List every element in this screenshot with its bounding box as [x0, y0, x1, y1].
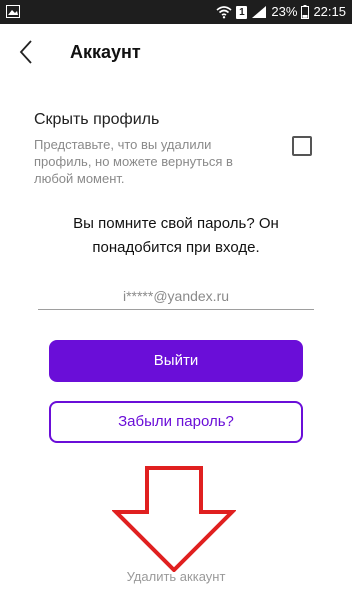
- hide-profile-title: Скрыть профиль: [34, 111, 160, 128]
- logout-button[interactable]: Выйти: [49, 340, 303, 382]
- sim-icon: 1: [236, 5, 248, 19]
- email-field[interactable]: i*****@yandex.ru: [38, 283, 314, 310]
- battery-percent: 23%: [271, 4, 298, 19]
- account-screen: 1 23% 22:15 Аккаунт Скрыть профиль Предс…: [0, 0, 352, 600]
- red-arrow-annotation: [112, 466, 236, 572]
- page-title: Аккаунт: [70, 42, 141, 62]
- wifi-icon: [216, 6, 232, 19]
- back-button[interactable]: [6, 32, 46, 72]
- back-chevron-icon: [19, 40, 32, 64]
- battery-icon: [301, 5, 310, 19]
- status-bar: 1 23% 22:15: [0, 0, 352, 24]
- clock: 22:15: [313, 4, 346, 19]
- hide-profile-section: Скрыть профиль Представьте, что вы удали…: [34, 110, 324, 187]
- forgot-password-button[interactable]: Забыли пароль?: [49, 401, 303, 443]
- password-reminder-text: Вы помните свой пароль? Он понадобится п…: [73, 215, 279, 256]
- gallery-icon: [6, 5, 20, 18]
- hide-profile-checkbox[interactable]: [292, 136, 312, 156]
- signal-icon: [252, 6, 267, 18]
- app-header: Аккаунт: [0, 24, 352, 80]
- status-icons: 1 23% 22:15: [216, 0, 346, 24]
- hide-profile-description: Представьте, что вы удалили профиль, но …: [34, 137, 233, 186]
- delete-account-link[interactable]: Удалить аккаунт: [76, 567, 276, 587]
